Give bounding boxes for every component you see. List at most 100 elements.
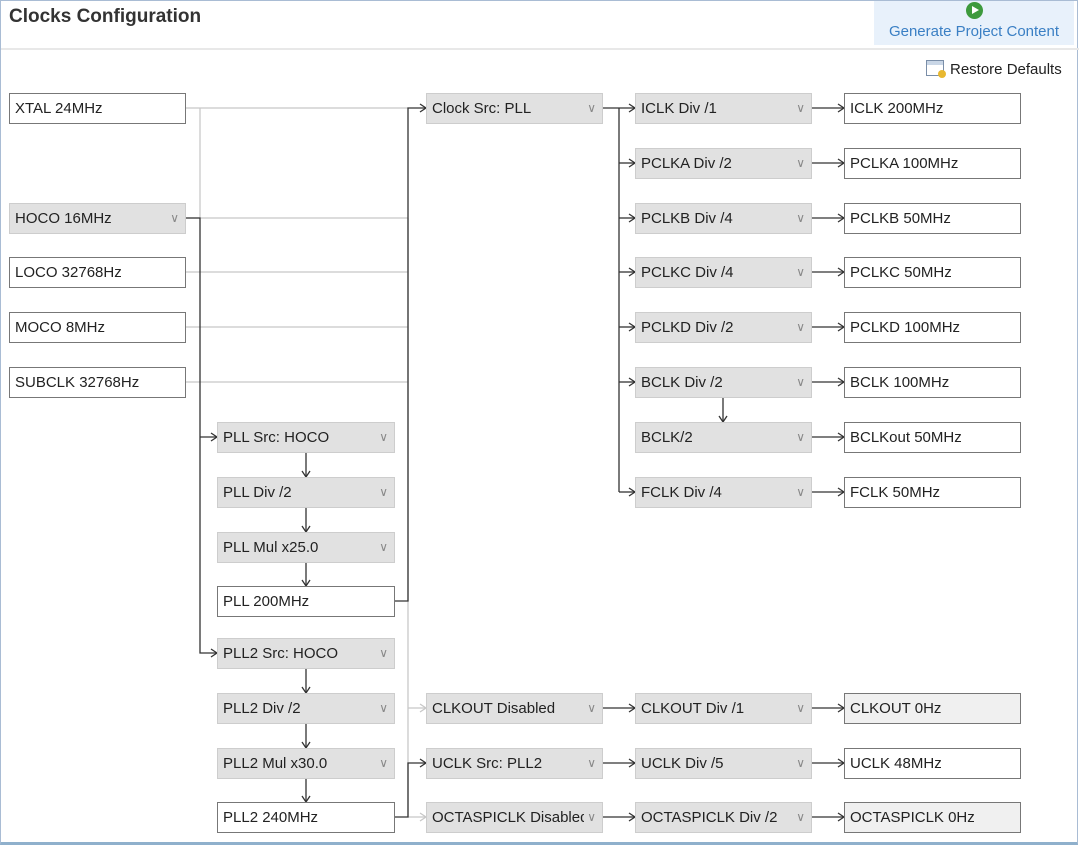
uclk-value: UCLK 48MHz <box>844 748 1021 779</box>
chevron-down-icon: ∨ <box>793 423 805 452</box>
node-label: PCLKD 100MHz <box>850 319 961 336</box>
node-label: BCLK Div /2 <box>641 374 723 391</box>
fclk-div-dropdown[interactable]: FCLK Div /4 ∨ <box>635 477 812 508</box>
chevron-down-icon: ∨ <box>584 803 596 832</box>
clkout-src-dropdown[interactable]: CLKOUT Disabled ∨ <box>426 693 603 724</box>
pll-out-value: PLL 200MHz <box>217 586 395 617</box>
wire <box>395 107 426 602</box>
chevron-down-icon: ∨ <box>793 204 805 233</box>
node-label: PLL2 Mul x30.0 <box>223 755 328 772</box>
node-label: XTAL 24MHz <box>15 100 103 117</box>
pclka-value: PCLKA 100MHz <box>844 148 1021 179</box>
node-label: MOCO 8MHz <box>15 319 105 336</box>
clock-src-dropdown[interactable]: Clock Src: PLL ∨ <box>426 93 603 124</box>
node-label: BCLK/2 <box>641 429 693 446</box>
bclk-value: BCLK 100MHz <box>844 367 1021 398</box>
node-label: Clock Src: PLL <box>432 100 532 117</box>
chevron-down-icon: ∨ <box>376 694 388 723</box>
node-label: CLKOUT 0Hz <box>850 700 942 717</box>
chevron-down-icon: ∨ <box>793 149 805 178</box>
pll2-src-dropdown[interactable]: PLL2 Src: HOCO ∨ <box>217 638 395 669</box>
chevron-down-icon: ∨ <box>793 694 805 723</box>
chevron-down-icon: ∨ <box>167 204 179 233</box>
pll-mul-dropdown[interactable]: PLL Mul x25.0 ∨ <box>217 532 395 563</box>
node-label: ICLK Div /1 <box>641 100 717 117</box>
node-label: PCLKD Div /2 <box>641 319 734 336</box>
iclk-value: ICLK 200MHz <box>844 93 1021 124</box>
pclkd-div-dropdown[interactable]: PCLKD Div /2 ∨ <box>635 312 812 343</box>
node-label: ICLK 200MHz <box>850 100 944 117</box>
xtal-value: XTAL 24MHz <box>9 93 186 124</box>
subclk-value: SUBCLK 32768Hz <box>9 367 186 398</box>
chevron-down-icon: ∨ <box>376 423 388 452</box>
iclk-div-dropdown[interactable]: ICLK Div /1 ∨ <box>635 93 812 124</box>
node-label: OCTASPICLK Div /2 <box>641 809 778 826</box>
chevron-down-icon: ∨ <box>376 478 388 507</box>
node-label: PLL 200MHz <box>223 593 310 610</box>
node-label: CLKOUT Disabled <box>432 700 556 717</box>
node-label: OCTASPICLK 0Hz <box>850 809 975 826</box>
chevron-down-icon: ∨ <box>793 94 805 123</box>
node-label: FCLK Div /4 <box>641 484 722 501</box>
node-label: PLL Src: HOCO <box>223 429 330 446</box>
hoco-dropdown[interactable]: HOCO 16MHz ∨ <box>9 203 186 234</box>
chevron-down-icon: ∨ <box>793 478 805 507</box>
clkout-div-dropdown[interactable]: CLKOUT Div /1 ∨ <box>635 693 812 724</box>
chevron-down-icon: ∨ <box>793 803 805 832</box>
node-label: UCLK Div /5 <box>641 755 724 772</box>
node-label: PLL2 Div /2 <box>223 700 301 717</box>
chevron-down-icon: ∨ <box>376 639 388 668</box>
node-label: HOCO 16MHz <box>15 210 112 227</box>
node-label: LOCO 32768Hz <box>15 264 122 281</box>
chevron-down-icon: ∨ <box>793 258 805 287</box>
node-label: FCLK 50MHz <box>850 484 941 501</box>
pll2-div-dropdown[interactable]: PLL2 Div /2 ∨ <box>217 693 395 724</box>
pll-div-dropdown[interactable]: PLL Div /2 ∨ <box>217 477 395 508</box>
chevron-down-icon: ∨ <box>584 694 596 723</box>
octa-src-dropdown[interactable]: OCTASPICLK Disabled ∨ <box>426 802 603 833</box>
node-label: UCLK Src: PLL2 <box>432 755 543 772</box>
wire <box>395 762 426 818</box>
pll2-out-value: PLL2 240MHz <box>217 802 395 833</box>
pclka-div-dropdown[interactable]: PCLKA Div /2 ∨ <box>635 148 812 179</box>
node-label: SUBCLK 32768Hz <box>15 374 140 391</box>
wire <box>186 217 217 654</box>
fclk-value: FCLK 50MHz <box>844 477 1021 508</box>
node-label: UCLK 48MHz <box>850 755 942 772</box>
node-label: CLKOUT Div /1 <box>641 700 745 717</box>
chevron-down-icon: ∨ <box>793 368 805 397</box>
chevron-down-icon: ∨ <box>793 313 805 342</box>
bclk-div-dropdown[interactable]: BCLK Div /2 ∨ <box>635 367 812 398</box>
octaspiclk-value: OCTASPICLK 0Hz <box>844 802 1021 833</box>
node-label: BCLKout 50MHz <box>850 429 962 446</box>
node-label: PCLKA 100MHz <box>850 155 959 172</box>
pclkb-div-dropdown[interactable]: PCLKB Div /4 ∨ <box>635 203 812 234</box>
uclk-div-dropdown[interactable]: UCLK Div /5 ∨ <box>635 748 812 779</box>
bclkout-value: BCLKout 50MHz <box>844 422 1021 453</box>
uclk-src-dropdown[interactable]: UCLK Src: PLL2 ∨ <box>426 748 603 779</box>
pclkc-value: PCLKC 50MHz <box>844 257 1021 288</box>
pclkc-div-dropdown[interactable]: PCLKC Div /4 ∨ <box>635 257 812 288</box>
node-label: PCLKB 50MHz <box>850 210 951 227</box>
chevron-down-icon: ∨ <box>584 749 596 778</box>
clkout-value: CLKOUT 0Hz <box>844 693 1021 724</box>
pll-src-dropdown[interactable]: PLL Src: HOCO ∨ <box>217 422 395 453</box>
node-label: OCTASPICLK Disabled <box>432 809 589 826</box>
chevron-down-icon: ∨ <box>584 94 596 123</box>
loco-value: LOCO 32768Hz <box>9 257 186 288</box>
node-label: PLL Mul x25.0 <box>223 539 319 556</box>
chevron-down-icon: ∨ <box>376 533 388 562</box>
moco-value: MOCO 8MHz <box>9 312 186 343</box>
octa-div-dropdown[interactable]: OCTASPICLK Div /2 ∨ <box>635 802 812 833</box>
node-label: PCLKA Div /2 <box>641 155 732 172</box>
bclk2-div-dropdown[interactable]: BCLK/2 ∨ <box>635 422 812 453</box>
node-label: BCLK 100MHz <box>850 374 950 391</box>
node-label: PLL Div /2 <box>223 484 292 501</box>
node-label: PCLKC 50MHz <box>850 264 952 281</box>
node-label: PCLKB Div /4 <box>641 210 733 227</box>
chevron-down-icon: ∨ <box>793 749 805 778</box>
node-label: PLL2 Src: HOCO <box>223 645 339 662</box>
chevron-down-icon: ∨ <box>376 749 388 778</box>
pclkb-value: PCLKB 50MHz <box>844 203 1021 234</box>
pll2-mul-dropdown[interactable]: PLL2 Mul x30.0 ∨ <box>217 748 395 779</box>
